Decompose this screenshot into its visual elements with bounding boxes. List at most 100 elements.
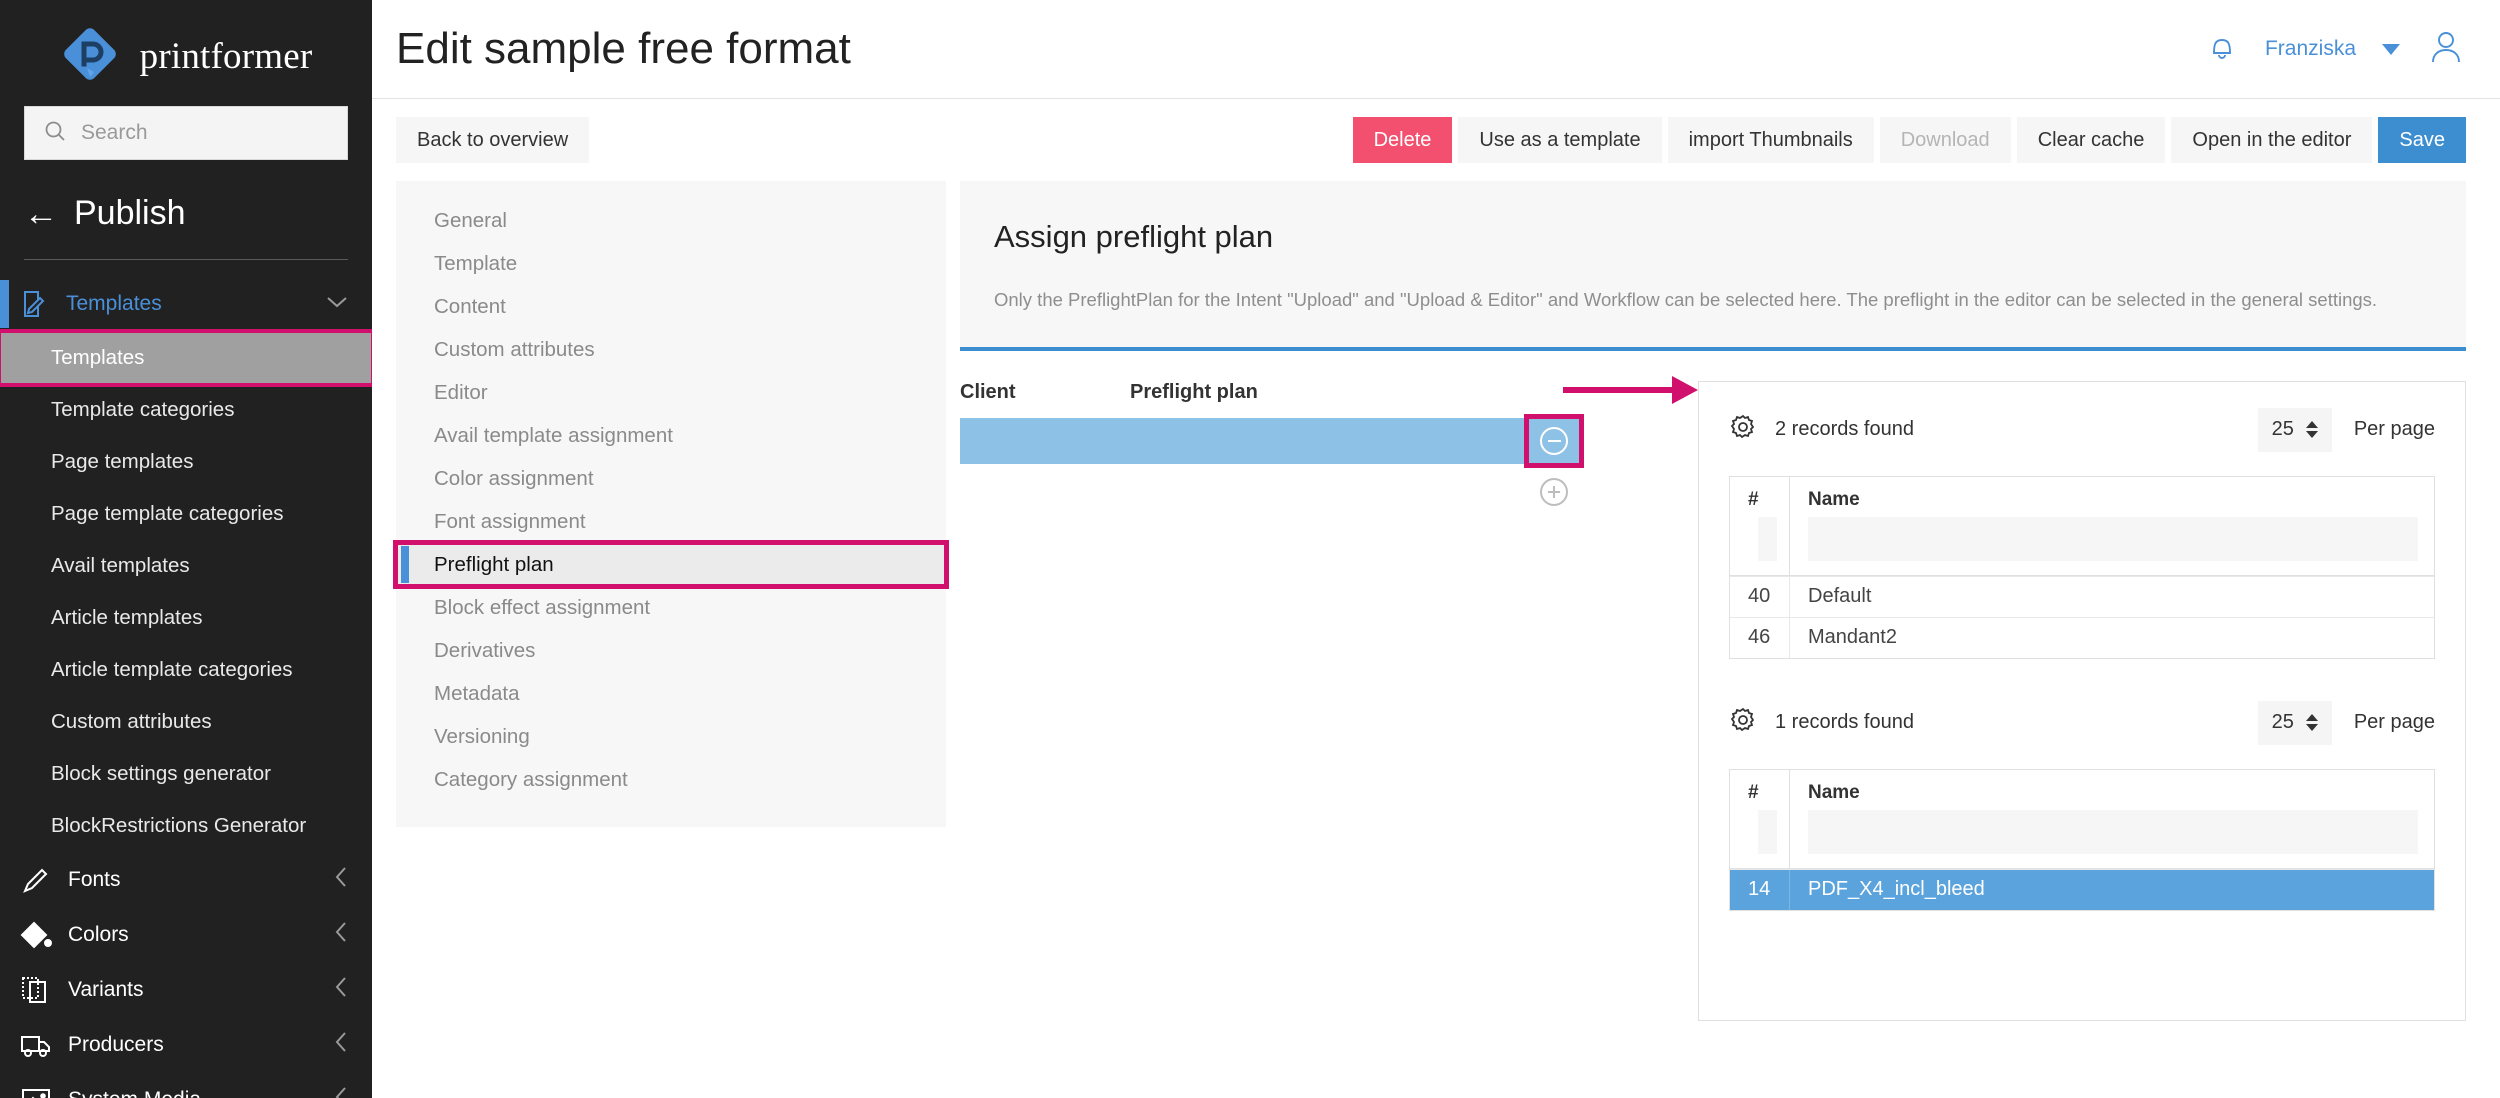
sidebar-item-avail-templates[interactable]: Avail templates <box>0 540 372 592</box>
top-bar: Edit sample free format Franziska <box>372 0 2500 98</box>
sidebar-divider <box>24 259 348 260</box>
tab-avail-template-assignment[interactable]: Avail template assignment <box>396 414 946 457</box>
gear-icon[interactable] <box>1729 413 1757 446</box>
sidebar-subitems: Templates Template categories Page templ… <box>0 332 372 852</box>
column-header-num-wrap: # <box>1730 770 1790 868</box>
tab-editor[interactable]: Editor <box>396 371 946 414</box>
user-avatar-icon[interactable] <box>2426 27 2466 72</box>
search-box[interactable] <box>24 106 348 160</box>
user-name[interactable]: Franziska <box>2265 37 2356 61</box>
sidebar-item-page-template-categories[interactable]: Page template categories <box>0 488 372 540</box>
subnav-label: Category assignment <box>434 768 628 792</box>
sidebar-item-article-template-categories[interactable]: Article template categories <box>0 644 372 696</box>
per-page-value: 25 <box>2272 418 2294 441</box>
per-page-select[interactable]: 25 <box>2258 408 2332 452</box>
sidebar-item-template-categories[interactable]: Template categories <box>0 384 372 436</box>
tab-block-effect-assignment[interactable]: Block effect assignment <box>396 586 946 629</box>
chevron-down-icon[interactable] <box>326 295 348 314</box>
assignment-row-fields[interactable] <box>960 418 1528 464</box>
per-page-select[interactable]: 25 <box>2258 701 2332 745</box>
table-row[interactable]: 40 Default <box>1730 576 2434 617</box>
table-row[interactable]: 14 PDF_X4_incl_bleed <box>1730 869 2434 910</box>
save-button[interactable]: Save <box>2378 117 2466 163</box>
sidebar-item-variants[interactable]: Variants <box>0 962 372 1017</box>
tab-color-assignment[interactable]: Color assignment <box>396 457 946 500</box>
import-thumbnails-button[interactable]: import Thumbnails <box>1668 117 1874 163</box>
tab-metadata[interactable]: Metadata <box>396 672 946 715</box>
tab-derivatives[interactable]: Derivatives <box>396 629 946 672</box>
sidebar-item-article-templates[interactable]: Article templates <box>0 592 372 644</box>
sidebar-item-producers[interactable]: Producers <box>0 1017 372 1072</box>
sidebar-item-colors[interactable]: Colors <box>0 907 372 962</box>
tab-custom-attributes[interactable]: Custom attributes <box>396 328 946 371</box>
delete-button[interactable]: Delete <box>1353 117 1453 163</box>
back-to-publish[interactable]: ← Publish <box>0 160 372 233</box>
open-in-editor-button[interactable]: Open in the editor <box>2171 117 2372 163</box>
sidebar-group-templates[interactable]: Templates <box>0 276 372 332</box>
filter-input-num[interactable] <box>1758 517 1777 561</box>
sidebar-item-fonts[interactable]: Fonts <box>0 852 372 907</box>
gear-icon[interactable] <box>1729 706 1757 739</box>
records-count-label: 2 records found <box>1775 418 1914 441</box>
remove-row-cell[interactable] <box>1528 418 1580 464</box>
tab-preflight-plan[interactable]: Preflight plan <box>396 543 946 586</box>
filter-input-name[interactable] <box>1808 517 2418 561</box>
tab-font-assignment[interactable]: Font assignment <box>396 500 946 543</box>
sidebar-item-label: Colors <box>68 923 318 947</box>
chevron-left-icon[interactable] <box>334 1031 348 1059</box>
clear-cache-button[interactable]: Clear cache <box>2017 117 2166 163</box>
sidebar-item-system-media[interactable]: System Media <box>0 1072 372 1098</box>
spinner-updown-icon[interactable] <box>2306 714 2318 731</box>
records-table-header: # Name <box>1730 770 2434 869</box>
chevron-down-icon[interactable] <box>2382 44 2400 55</box>
tab-content[interactable]: Content <box>396 285 946 328</box>
settings-subnav: General Template Content Custom attribut… <box>396 181 946 827</box>
printformer-logo-icon <box>60 24 124 88</box>
sidebar-item-page-templates[interactable]: Page templates <box>0 436 372 488</box>
search-input[interactable] <box>81 121 329 145</box>
sidebar-subitem-label: BlockRestrictions Generator <box>51 814 306 838</box>
panel-description: Only the PreflightPlan for the Intent "U… <box>994 287 2432 313</box>
tab-general[interactable]: General <box>396 199 946 242</box>
toolbar-actions: Delete Use as a template import Thumbnai… <box>1353 117 2466 163</box>
back-to-overview-button[interactable]: Back to overview <box>396 117 589 163</box>
table-row[interactable] <box>960 418 1580 464</box>
plus-circle-icon[interactable] <box>1540 478 1568 506</box>
tab-template[interactable]: Template <box>396 242 946 285</box>
cell-name: PDF_X4_incl_bleed <box>1790 878 2434 901</box>
cell-name: Mandant2 <box>1790 626 2434 649</box>
minus-circle-icon[interactable] <box>1540 427 1568 455</box>
arrow-right-annotation <box>1563 387 1681 393</box>
sidebar-item-custom-attributes[interactable]: Custom attributes <box>0 696 372 748</box>
sidebar-item-block-settings-generator[interactable]: Block settings generator <box>0 748 372 800</box>
add-row-container <box>960 464 1580 506</box>
chevron-left-icon[interactable] <box>334 921 348 949</box>
column-header-name-wrap: Name <box>1790 477 2434 575</box>
subnav-label: Custom attributes <box>434 338 595 362</box>
app-root: printformer ← Publish <box>0 0 2500 1098</box>
search-icon <box>43 119 67 148</box>
sidebar-subitem-label: Page template categories <box>51 502 283 526</box>
brand-logo[interactable]: printformer <box>0 0 372 106</box>
chevron-left-icon[interactable] <box>334 866 348 894</box>
assignment-table-header: Client Preflight plan <box>960 381 1580 418</box>
notification-bell-icon[interactable] <box>2205 30 2239 69</box>
tab-versioning[interactable]: Versioning <box>396 715 946 758</box>
sidebar-item-templates[interactable]: Templates <box>0 332 372 384</box>
pencil-icon <box>20 864 52 896</box>
tab-category-assignment[interactable]: Category assignment <box>396 758 946 801</box>
column-preflight-plan: Preflight plan <box>1130 381 1258 404</box>
filter-input-name[interactable] <box>1808 810 2418 854</box>
records-toolbar: 1 records found 25 Per page <box>1729 701 2435 745</box>
chevron-left-icon[interactable] <box>334 976 348 1004</box>
sidebar-item-blockrestrictions-generator[interactable]: BlockRestrictions Generator <box>0 800 372 852</box>
table-row[interactable]: 46 Mandant2 <box>1730 617 2434 658</box>
filter-input-num[interactable] <box>1758 810 1777 854</box>
use-as-template-button[interactable]: Use as a template <box>1458 117 1661 163</box>
spinner-updown-icon[interactable] <box>2306 421 2318 438</box>
variants-icon <box>20 974 52 1006</box>
assignment-table: Client Preflight plan <box>960 381 1580 1021</box>
chevron-left-icon[interactable] <box>334 1086 348 1098</box>
subnav-label: Avail template assignment <box>434 424 673 448</box>
per-page-value: 25 <box>2272 711 2294 734</box>
